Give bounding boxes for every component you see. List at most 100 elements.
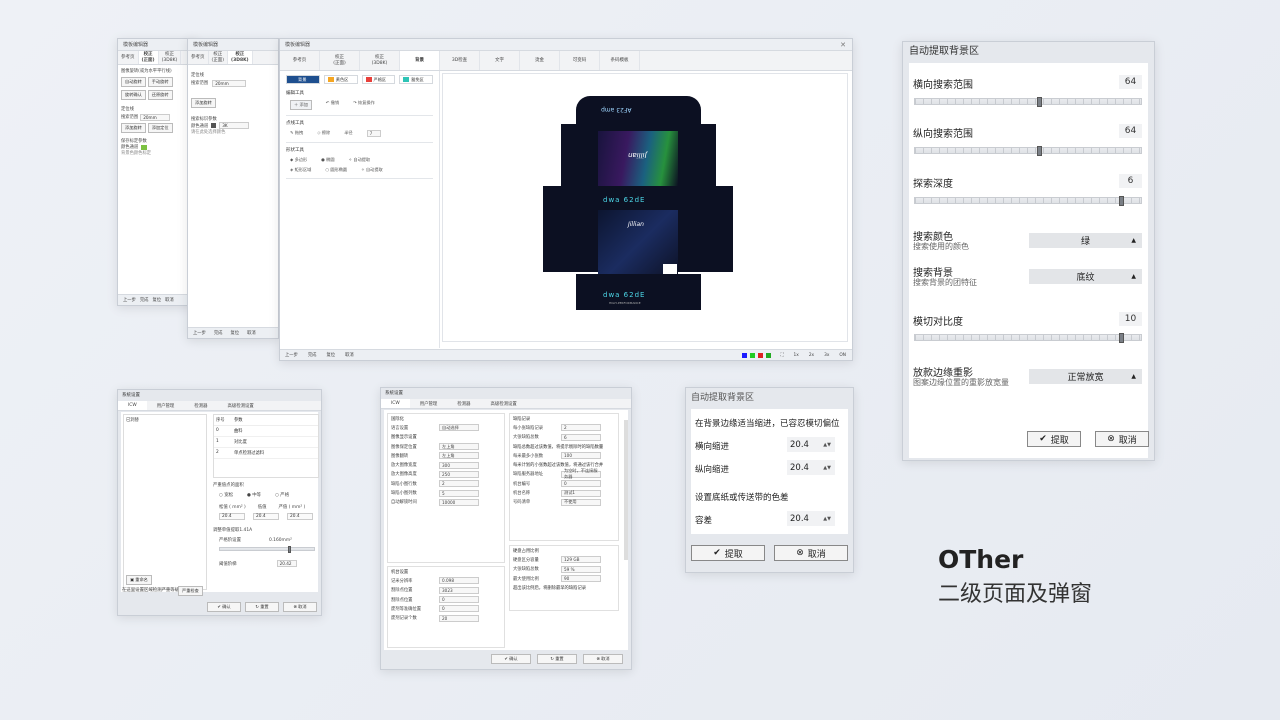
color-swatch[interactable] <box>211 123 217 128</box>
back2-cancel[interactable]: 取消 <box>247 330 256 336</box>
table-row[interactable]: 2 单点检测过滤料 <box>214 448 318 459</box>
restore-rotate-button[interactable]: 还原旋转 <box>147 90 173 100</box>
tab-correct-3d[interactable]: 校正 (3D8K) <box>228 51 253 64</box>
setting-field[interactable]: 129 GB <box>561 556 601 564</box>
tab-correct-front[interactable]: 校正 (正面) <box>138 51 159 64</box>
tab-reference[interactable]: 参考页 <box>118 51 139 64</box>
add-button[interactable]: ＋ 添加 <box>290 100 312 110</box>
setting-field[interactable]: 100 <box>561 452 601 460</box>
setting-field[interactable]: 0 <box>439 605 479 613</box>
zoom-3x[interactable]: 3x <box>824 353 829 358</box>
tab-1[interactable]: 校正 (正面) <box>320 51 360 70</box>
add-rotate-button[interactable]: 添加旋转 <box>121 123 146 133</box>
extract-button[interactable]: ✔ 提取 <box>691 545 765 561</box>
tab-correct-3d[interactable]: 校正 (3D8K) <box>159 51 182 64</box>
h-inset-field[interactable]: 20.4 ▲▼ <box>787 437 835 452</box>
close-icon[interactable]: ✕ <box>840 39 846 51</box>
tab-6[interactable]: 烫金 <box>520 51 560 70</box>
search-range-field[interactable]: 20mm <box>212 80 247 87</box>
settings-tab-2[interactable]: 检测器 <box>184 401 217 410</box>
severity-check-button[interactable]: 严重检查 <box>178 586 203 596</box>
add-locate-button[interactable]: 添加定位 <box>147 123 173 133</box>
setting-field[interactable]: 2 <box>561 424 601 432</box>
cancel-button[interactable]: ⊗ 取消 <box>583 654 623 664</box>
zoom-fit-icon[interactable]: ⛶ <box>781 353 784 358</box>
tab-3[interactable]: 背景 <box>400 51 440 70</box>
tolerance-field[interactable]: 20.4 ▲▼ <box>787 511 835 526</box>
main-done[interactable]: 完成 <box>308 352 317 358</box>
setting-field[interactable]: 不使用 <box>561 498 601 506</box>
tab-2[interactable]: 校正 (3D8K) <box>360 51 400 70</box>
setting-field[interactable]: 3023 <box>439 586 479 594</box>
slider-knob[interactable] <box>1119 333 1125 343</box>
tab-reference[interactable]: 参考页 <box>188 51 209 64</box>
low-field[interactable]: 20.4 <box>253 513 279 520</box>
edge-dropdown[interactable]: 正常放宽 ▲ <box>1029 369 1142 384</box>
confirm-rotate-button[interactable]: 旋转确认 <box>121 90 146 100</box>
tab-0[interactable]: 参考页 <box>280 51 320 70</box>
cancel-button[interactable]: ⊗ 取消 <box>1095 431 1149 447</box>
setting-field[interactable]: 5 <box>439 489 479 497</box>
settings-tab-0[interactable]: ICW <box>118 401 147 410</box>
polygon-tool[interactable]: ◆ 多边形 <box>290 157 307 163</box>
back2-prev[interactable]: 上一步 <box>193 330 206 336</box>
back1-reset[interactable]: 复位 <box>152 297 161 303</box>
radio-strict[interactable]: ○ 严格 <box>275 492 289 498</box>
setting-field[interactable]: 6 <box>561 433 601 441</box>
tab-7[interactable]: 可变码 <box>560 51 600 70</box>
round-tool[interactable]: ○ 圆形椭圆 <box>325 167 347 173</box>
settings-tab-3[interactable]: 高级检测设置 <box>480 399 526 408</box>
color-button-3[interactable]: 豁免区 <box>399 75 433 84</box>
setting-field[interactable]: 20 <box>439 614 479 622</box>
tab-correct-front[interactable]: 校正 (正面) <box>209 51 229 64</box>
setting-field[interactable]: 90 <box>561 575 601 583</box>
manual-rotate-button[interactable]: 手动旋转 <box>147 77 173 87</box>
setting-field[interactable]: 59 % <box>561 565 601 573</box>
main-reset[interactable]: 复位 <box>326 352 335 358</box>
tab-5[interactable]: 文字 <box>480 51 520 70</box>
radio-medium[interactable]: ● 中等 <box>247 492 261 498</box>
toggle-on[interactable]: ON <box>839 353 846 358</box>
list-item[interactable]: 已洞替 <box>124 415 206 425</box>
add-rotate-button[interactable]: 添加旋转 <box>191 98 216 108</box>
settings-tab-2[interactable]: 检测器 <box>447 399 480 408</box>
status-color-1[interactable] <box>749 352 755 358</box>
back2-reset[interactable]: 复位 <box>230 330 239 336</box>
setting-field[interactable]: 自动选择 <box>439 424 479 432</box>
reset-button[interactable]: ↻ 重置 <box>245 602 279 612</box>
main-cancel[interactable]: 取消 <box>345 352 354 358</box>
search-color-dropdown[interactable]: 绿 ▲ <box>1029 233 1142 248</box>
table-row[interactable]: 0 曲料 <box>214 426 318 437</box>
auto-extract-tool[interactable]: ✧ 自动提取 <box>349 157 371 163</box>
confirm-button[interactable]: ✔ 确认 <box>207 602 241 612</box>
settings-tab-1[interactable]: 用户管理 <box>410 399 448 408</box>
radius-field[interactable]: 7 <box>366 130 381 137</box>
h-range-value[interactable]: 64 <box>1119 75 1142 89</box>
v-range-value[interactable]: 64 <box>1119 124 1142 138</box>
slider-knob[interactable] <box>1037 97 1043 107</box>
setting-field[interactable]: 0.098 <box>439 577 479 585</box>
search-bg-dropdown[interactable]: 底纹 ▲ <box>1029 269 1142 284</box>
setting-field[interactable]: 10000 <box>439 498 479 506</box>
setting-field[interactable]: 2 <box>439 480 479 488</box>
depth-slider[interactable] <box>914 196 1142 206</box>
main-prev[interactable]: 上一步 <box>285 352 298 358</box>
setting-field[interactable]: 测试1 <box>561 489 601 497</box>
auto-rotate-button[interactable]: 自动旋转 <box>121 77 146 87</box>
color-button-0[interactable]: 背景 <box>286 75 320 84</box>
back1-prev[interactable]: 上一步 <box>123 297 136 303</box>
contrast-value[interactable]: 10 <box>1119 312 1142 326</box>
tab-4[interactable]: 3D检查 <box>440 51 480 70</box>
setting-field[interactable]: 300 <box>439 461 479 469</box>
settings-tab-0[interactable]: ICW <box>381 399 410 408</box>
cancel-button[interactable]: ⊗ 取消 <box>774 545 848 561</box>
status-color-0[interactable] <box>741 352 747 358</box>
setting-field[interactable]: 为空时，不连接服务器 <box>561 468 601 479</box>
cancel-button[interactable]: ⊗ 取消 <box>283 602 317 612</box>
zoom-2x[interactable]: 2x <box>809 353 814 358</box>
strict-slider[interactable] <box>219 546 315 553</box>
depth-value[interactable]: 6 <box>1119 174 1142 188</box>
search-range-field[interactable]: 20mm <box>140 114 171 121</box>
color-button-2[interactable]: 严格区 <box>361 75 396 84</box>
slider-knob[interactable] <box>1119 196 1125 206</box>
